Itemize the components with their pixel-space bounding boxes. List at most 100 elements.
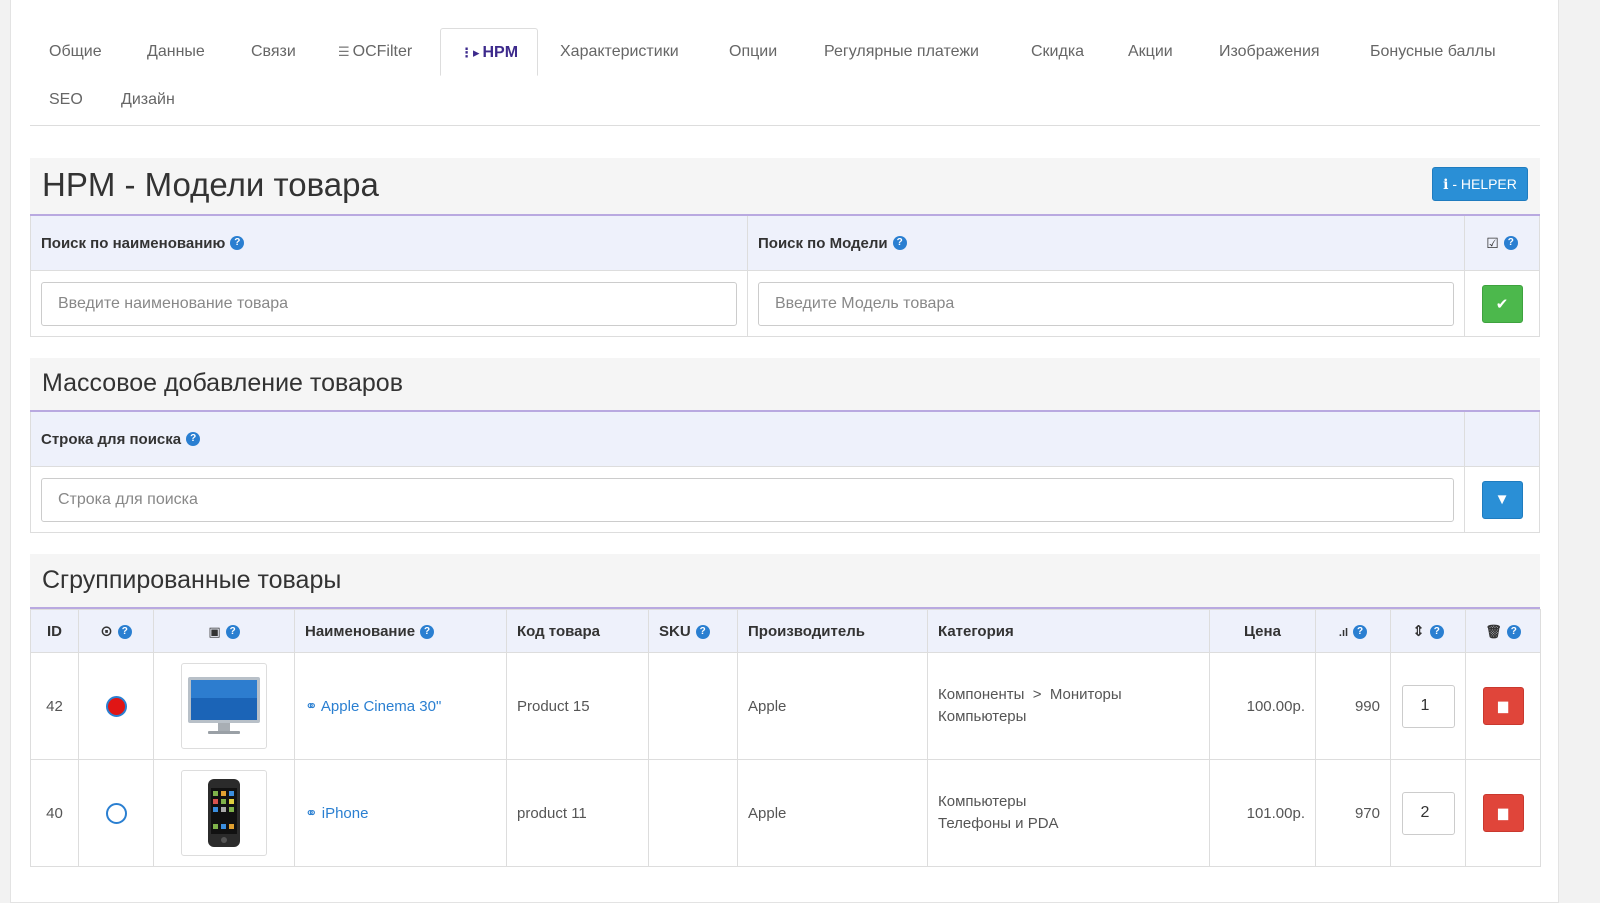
row-id: 40 [30, 759, 79, 867]
search-model-cell [748, 271, 1465, 336]
tab-design[interactable]: Дизайн [121, 76, 175, 124]
confirm-cell: ✔ [1465, 271, 1539, 336]
bulk-header: Массовое добавление товаров [30, 358, 1540, 412]
search-name-label: Поиск по наименованию? [31, 216, 748, 270]
name-cell: ⚭ Apple Cinema 30" [294, 652, 507, 760]
tab-reward[interactable]: Бонусные баллы [1370, 28, 1496, 76]
main-product-radio[interactable] [105, 695, 127, 717]
sort-order-input[interactable] [1401, 791, 1455, 835]
help-icon[interactable]: ? [1429, 625, 1444, 640]
grouped-section: Сгруппированные товары ID ⊙? ▣? Наименов… [30, 554, 1541, 867]
col-image: ▣? [153, 609, 295, 653]
link-icon: ⚭ [305, 805, 318, 822]
filter-icon: ▼ [1494, 491, 1510, 508]
helper-button[interactable]: i - HELPER [1432, 167, 1528, 201]
main-radio-cell [78, 759, 154, 867]
iphone-image [208, 779, 240, 847]
check-square-icon: ☑ [1486, 234, 1499, 251]
product-thumbnail[interactable] [181, 770, 267, 856]
sort-cell [1390, 759, 1466, 867]
tab-ocfilter[interactable]: ☰ OCFilter [338, 28, 412, 76]
help-icon[interactable]: ? [892, 236, 907, 250]
search-model-label: Поиск по Модели? [748, 216, 1465, 270]
sort-cell [1390, 652, 1466, 760]
main-radio-cell [78, 652, 154, 760]
tab-hpm[interactable]: ⋮▸ HPM [440, 28, 538, 76]
help-icon[interactable]: ? [1506, 624, 1521, 639]
manufacturer-cell: Apple [737, 652, 928, 760]
tab-options[interactable]: Опции [729, 28, 777, 76]
thumb-cell [153, 759, 295, 867]
col-manufacturer: Производитель [737, 609, 928, 653]
select-all-header: ☑? [1465, 216, 1539, 270]
grouped-products-table: ID ⊙? ▣? Наименование? Код товара SKU? П… [30, 609, 1541, 867]
models-search-grid: Поиск по наименованию? Поиск по Модели? … [30, 216, 1540, 337]
trash-icon: ▆ [1498, 805, 1508, 820]
tab-links[interactable]: Связи [251, 28, 296, 76]
filter-button[interactable]: ▼ [1481, 480, 1523, 519]
code-cell: Product 15 [506, 652, 649, 760]
link-icon: ⚭ [305, 698, 318, 715]
delete-button[interactable]: ▆ [1482, 687, 1524, 725]
table-row: 40 ⚭ iPhone product 11 Apple Компьютеры … [30, 759, 1541, 867]
sort-order-input[interactable] [1401, 684, 1455, 728]
help-icon[interactable]: ? [1353, 624, 1368, 639]
models-header: HPM - Модели товара i - HELPER [30, 158, 1540, 216]
tab-discount[interactable]: Скидка [1031, 28, 1084, 76]
bulk-search-grid: Строка для поиска? ▼ [30, 412, 1540, 533]
search-name-cell [31, 271, 748, 336]
page-title: HPM - Модели товара [42, 166, 379, 203]
bulk-search-inputs: ▼ [31, 467, 1539, 532]
models-search-header: Поиск по наименованию? Поиск по Модели? … [31, 216, 1539, 271]
col-name: Наименование? [294, 609, 507, 653]
confirm-select-button[interactable]: ✔ [1481, 284, 1523, 323]
delete-cell: ▆ [1465, 759, 1541, 867]
col-category: Категория [927, 609, 1210, 653]
check-square-icon: ✔ [1495, 295, 1509, 313]
trash-icon: 🗑 [1485, 623, 1502, 639]
price-cell: 101.00р. [1209, 759, 1316, 867]
main-product-radio[interactable] [105, 802, 127, 824]
help-icon[interactable]: ? [186, 432, 201, 446]
product-link[interactable]: ⚭ iPhone [305, 805, 368, 822]
help-icon[interactable]: ? [117, 625, 132, 640]
name-cell: ⚭ iPhone [294, 759, 507, 867]
code-cell: product 11 [506, 759, 649, 867]
tab-data[interactable]: Данные [147, 28, 205, 76]
tab-attributes[interactable]: Характеристики [560, 28, 679, 76]
sitemap-icon: ⋮▸ [459, 45, 480, 60]
tab-seo[interactable]: SEO [49, 76, 83, 124]
sku-cell [648, 652, 738, 760]
tab-general[interactable]: Общие [49, 28, 102, 76]
col-quantity: .ıl? [1315, 609, 1391, 653]
models-section: HPM - Модели товара i - HELPER Поиск по … [30, 158, 1540, 337]
quantity-cell: 970 [1315, 759, 1391, 867]
bulk-search-input[interactable] [41, 477, 1454, 522]
col-main: ⊙? [78, 609, 154, 653]
sort-icon: ⇕ [1412, 623, 1425, 640]
signal-icon: .ıl [1338, 626, 1349, 639]
tab-special[interactable]: Акции [1128, 28, 1173, 76]
col-sku: SKU? [648, 609, 738, 653]
bulk-empty-header [1465, 412, 1539, 466]
row-id: 42 [30, 652, 79, 760]
help-icon[interactable]: ? [1503, 236, 1518, 250]
help-icon[interactable]: ? [420, 624, 435, 639]
help-icon[interactable]: ? [225, 624, 240, 639]
models-search-inputs: ✔ [31, 271, 1539, 336]
tab-bar: Общие Данные Связи ☰ OCFilter ⋮▸ HPM Харак… [30, 28, 1540, 126]
search-model-input[interactable] [758, 281, 1454, 326]
delete-button[interactable]: ▆ [1482, 794, 1524, 832]
thumb-cell [153, 652, 295, 760]
search-name-input[interactable] [41, 281, 737, 326]
product-link[interactable]: ⚭ Apple Cinema 30" [305, 698, 441, 715]
tab-images[interactable]: Изображения [1219, 28, 1320, 76]
table-row: 42 ⚭ Apple Cinema 30" Product 15 Apple К… [30, 652, 1541, 760]
tab-recurring[interactable]: Регулярные платежи [824, 28, 979, 76]
quantity-cell: 990 [1315, 652, 1391, 760]
product-thumbnail[interactable] [181, 663, 267, 749]
help-icon[interactable]: ? [695, 624, 710, 639]
trash-icon: ▆ [1498, 698, 1508, 713]
info-icon: i [1443, 177, 1449, 193]
help-icon[interactable]: ? [230, 236, 245, 250]
